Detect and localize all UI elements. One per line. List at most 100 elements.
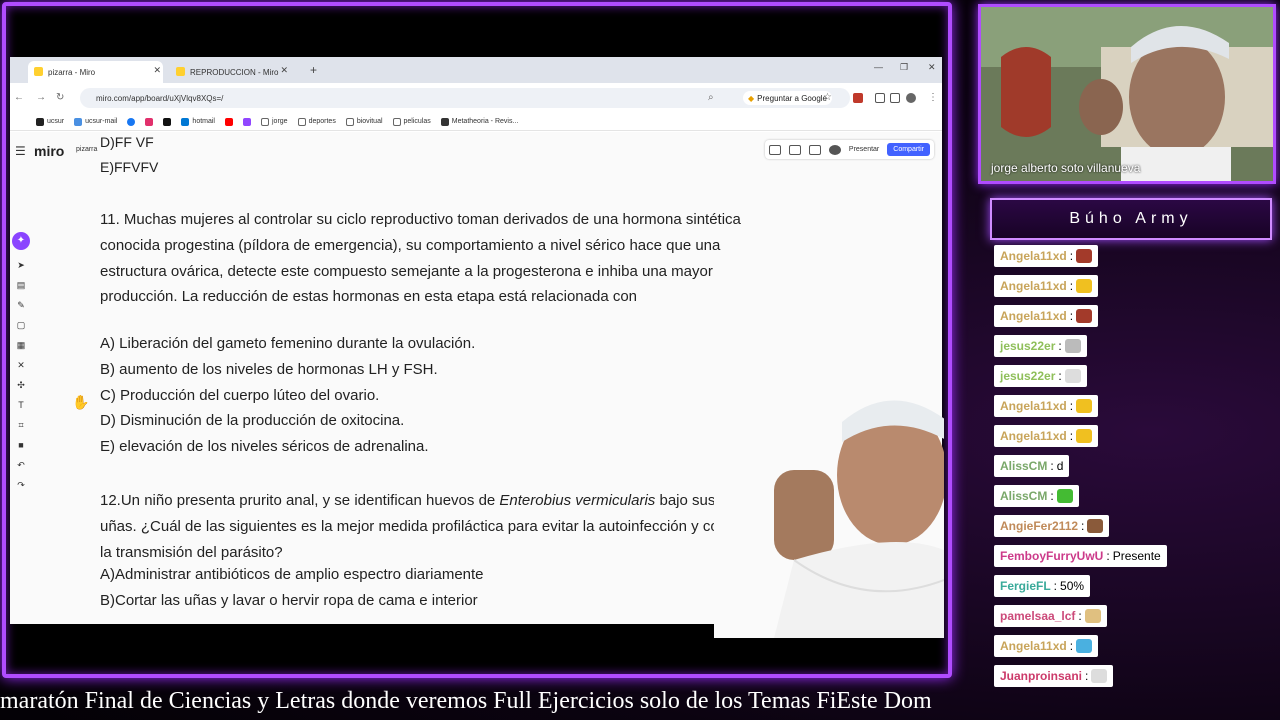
extensions-icon[interactable] (875, 93, 885, 103)
frame-icon[interactable]: ▦ (16, 340, 26, 350)
bookmark-biovitual[interactable]: biovitual (345, 117, 383, 126)
chat-username[interactable]: Angela11xd (1000, 399, 1067, 413)
chat-username[interactable]: Angela11xd (1000, 429, 1067, 443)
ai-assist-icon[interactable]: ✦ (12, 232, 30, 250)
chat-message: AlissCM : (994, 485, 1079, 507)
url-bar[interactable]: miro.com/app/board/uXjVlqv8XQs=/ (80, 88, 850, 108)
bookmark-label: biovitual (356, 118, 383, 125)
chat-username[interactable]: Angela11xd (1000, 279, 1067, 293)
pen-icon[interactable]: ✎ (16, 300, 26, 310)
bookmark-deportes[interactable]: deportes (297, 117, 336, 126)
chat-username[interactable]: jesus22er (1000, 369, 1055, 383)
share-button[interactable]: Compartir (887, 143, 930, 156)
bookmark-label: peliculas (403, 118, 431, 125)
templates-icon[interactable]: ▤ (16, 280, 26, 290)
ticker-banner: maratón Final de Ciencias y Letras donde… (0, 686, 1280, 720)
chat-text: Presente (1112, 549, 1161, 563)
sticky-note-icon[interactable]: ▢ (16, 320, 26, 330)
bookmark-hotmail[interactable]: hotmail (181, 117, 215, 126)
tab-pizarra[interactable]: pizarra - Miro ✕ (28, 61, 163, 83)
crop-icon[interactable]: ⌗ (16, 420, 26, 430)
bookmark-metatheoria[interactable]: Metatheoria - Revis... (440, 117, 518, 126)
restore-icon[interactable]: ❐ (900, 62, 908, 73)
bookmark-label: hotmail (192, 118, 215, 125)
chat-message: jesus22er : (994, 365, 1087, 387)
extension-icon[interactable] (853, 93, 863, 103)
chat-emote-icon (1064, 339, 1081, 353)
mail-icon (74, 117, 83, 126)
reactions-icon[interactable] (768, 144, 781, 155)
chat-username[interactable]: Angela11xd (1000, 639, 1067, 653)
connector-icon[interactable]: ✕ (16, 360, 26, 370)
video-icon[interactable] (808, 144, 821, 155)
chat-separator: : (1081, 519, 1085, 533)
bookmark-star-icon[interactable]: ☆ (823, 92, 832, 103)
forward-icon[interactable]: → (36, 92, 46, 103)
minimize-icon[interactable]: — (874, 62, 883, 72)
profile-avatar[interactable] (906, 93, 916, 103)
shapes-icon[interactable]: ✣ (16, 380, 26, 390)
chat-text: 50% (1060, 579, 1085, 593)
undo-icon[interactable]: ↶ (16, 460, 26, 470)
chat-username[interactable]: jesus22er (1000, 339, 1055, 353)
chat-separator: : (1069, 399, 1074, 413)
chat-username[interactable]: Angela11xd (1000, 249, 1067, 263)
back-icon[interactable]: ← (14, 92, 24, 103)
bookmark-ucsur[interactable]: ucsur (36, 117, 65, 126)
stream-layout: { "browser": { "tabs": [ {"label": "piza… (0, 0, 1280, 720)
close-tab-icon[interactable]: ✕ (153, 65, 161, 76)
chat-username[interactable]: pamelsaa_lcf (1000, 609, 1075, 623)
webcam-scene-icon (981, 7, 1273, 181)
chat-message: AlissCM : d (994, 455, 1070, 477)
tab-bar: pizarra - Miro ✕ REPRODUCCION - Miro ✕ +… (10, 57, 942, 83)
chat-separator: : (1078, 609, 1082, 623)
reload-icon[interactable]: ↻ (56, 92, 64, 103)
chat-username[interactable]: Angela11xd (1000, 309, 1067, 323)
select-cursor-icon[interactable]: ➤ (16, 260, 26, 270)
chat-username[interactable]: AlissCM (1000, 489, 1047, 503)
chat-username[interactable]: AngieFer2112 (1000, 519, 1078, 533)
hamburger-menu-icon[interactable]: ☰ (15, 144, 26, 158)
chat-message: jesus22er : (994, 335, 1087, 357)
zoom-icon[interactable]: ⌕ (708, 92, 714, 103)
text-tool-icon[interactable]: T (16, 400, 26, 410)
close-tab-icon[interactable]: ✕ (280, 65, 288, 76)
bookmark-jorge[interactable]: jorge (261, 117, 288, 126)
ask-google-button[interactable]: ◆ Preguntar a Google (743, 91, 832, 105)
chat-username[interactable]: FergieFL (1000, 579, 1051, 593)
apps-icon[interactable]: ■ (16, 440, 26, 450)
new-tab-icon[interactable]: + (310, 63, 317, 77)
q12-option-b: B)Cortar las uñas y lavar o hervir ropa … (100, 592, 478, 609)
chat-emote-icon (1076, 639, 1093, 653)
bookmark-ucsur-mail[interactable]: ucsur-mail (74, 117, 117, 126)
chat-username[interactable]: FemboyFurryUwU (1000, 549, 1103, 563)
q11-option-c: C) Producción del cuerpo lúteo del ovari… (100, 387, 380, 404)
present-button[interactable]: Presentar (849, 146, 879, 153)
more-menu-icon[interactable]: ⋮ (928, 92, 938, 103)
q11-option-a: A) Liberación del gameto femenino durant… (100, 335, 476, 352)
board-name[interactable]: pizarra (76, 146, 97, 153)
presenter-cutout (714, 380, 944, 638)
bookmark-twitch[interactable] (243, 117, 251, 126)
sidebar-icon[interactable] (890, 93, 900, 103)
redo-icon[interactable]: ↷ (16, 480, 26, 490)
timer-icon[interactable] (788, 144, 801, 155)
chat-message: Juanproinsani : (994, 665, 1114, 687)
bookmark-youtube[interactable] (225, 117, 233, 126)
chat-separator: : (1069, 309, 1074, 323)
chat-username[interactable]: AlissCM (1000, 459, 1047, 473)
bookmark-peliculas[interactable]: peliculas (392, 117, 431, 126)
bookmark-instagram[interactable] (145, 117, 154, 126)
chat-separator: : (1050, 489, 1054, 503)
ask-google-label: Preguntar a Google (757, 93, 827, 103)
collaborator-avatar[interactable] (828, 144, 841, 155)
chat-username[interactable]: Juanproinsani (1000, 669, 1082, 683)
bookmark-facebook[interactable] (127, 117, 136, 126)
folder-icon (345, 117, 354, 126)
bookmark-label: ucsur (47, 118, 65, 125)
tab-reproduccion[interactable]: REPRODUCCION - Miro ✕ (170, 61, 290, 83)
bookmark-tiktok[interactable] (163, 117, 172, 126)
miro-left-toolbar: ✦ ➤ ▤ ✎ ▢ ▦ ✕ ✣ T ⌗ ■ ↶ ↷ (12, 232, 30, 490)
close-window-icon[interactable]: ✕ (928, 62, 936, 73)
chat-message: Angela11xd : (994, 425, 1099, 447)
